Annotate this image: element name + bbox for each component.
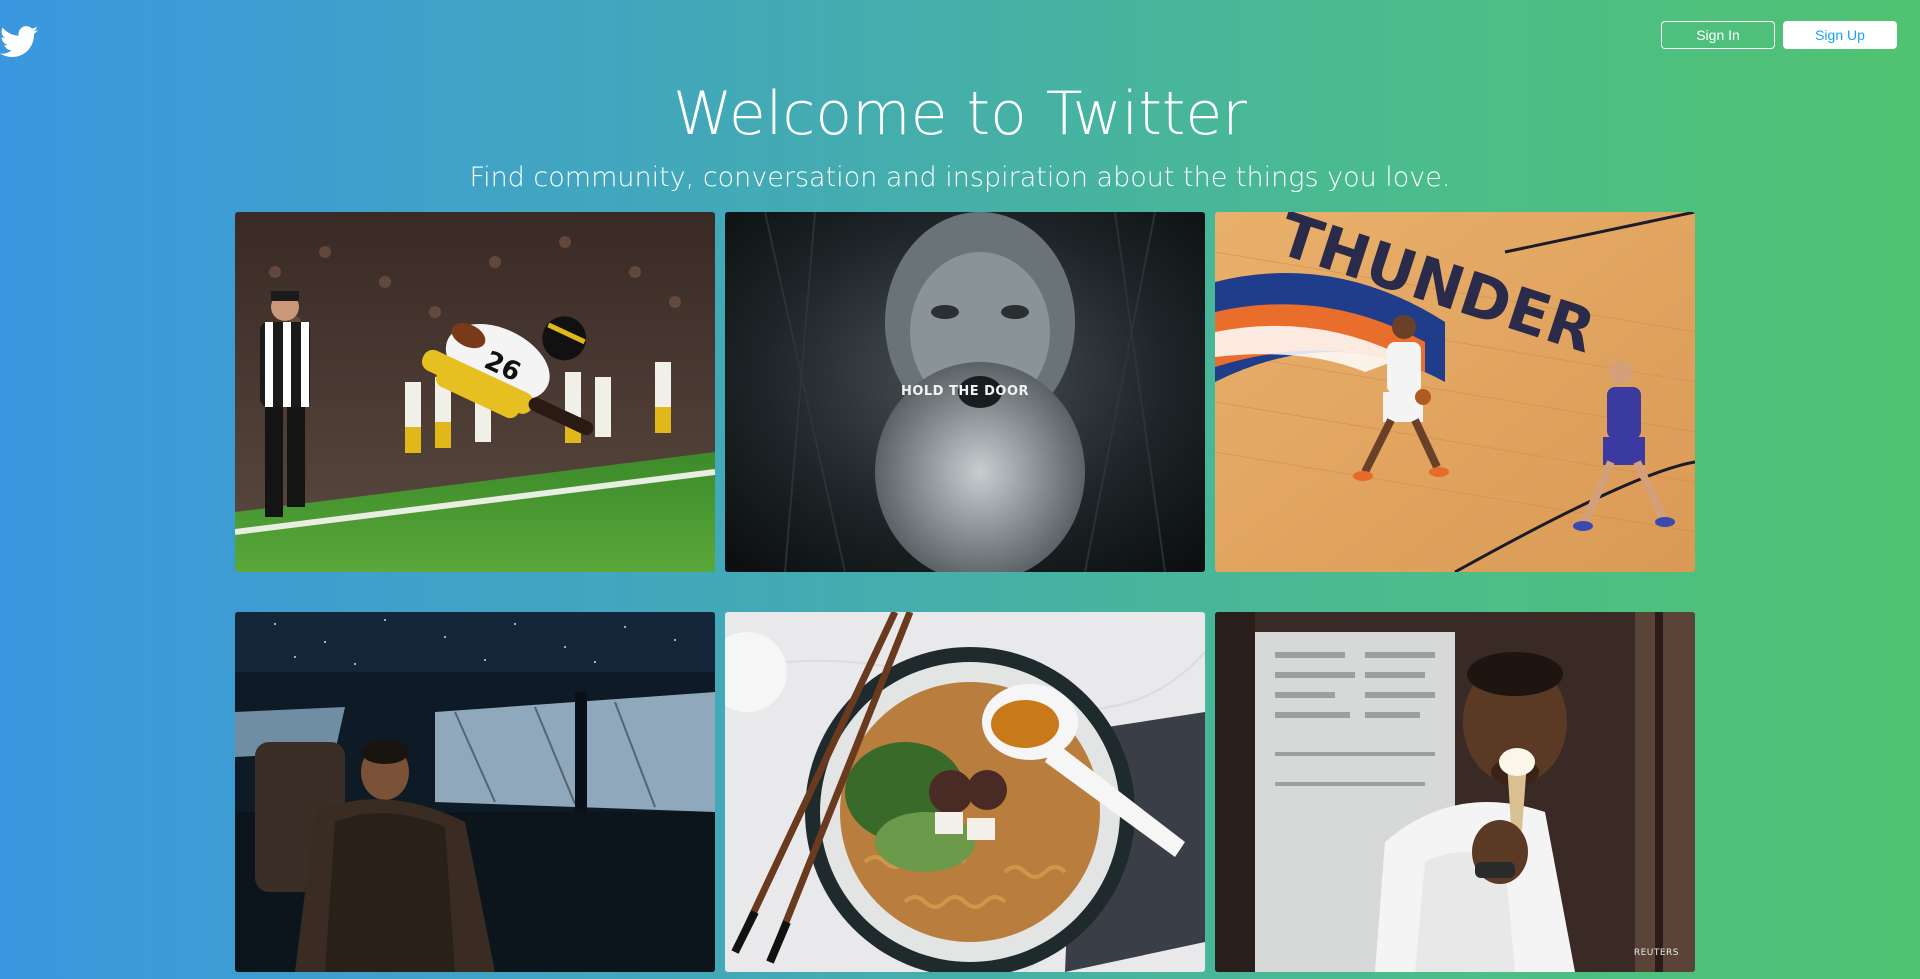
page-subtitle: Find community, conversation and inspira… (469, 162, 1451, 193)
sign-in-button[interactable]: Sign In (1661, 21, 1775, 49)
ramen-image (725, 612, 1205, 972)
photo-credit: REUTERS (1633, 948, 1679, 958)
twitter-bird-icon[interactable] (0, 26, 38, 58)
tile-caption: HOLD THE DOOR (900, 384, 1030, 399)
tile-ice-cream[interactable]: REUTERS (1215, 612, 1695, 972)
page-title: Welcome to Twitter (673, 79, 1247, 149)
tile-football[interactable]: 26 (235, 212, 715, 572)
moments-grid: 26 HOLD THE DOOR THUNDER REUTERS (235, 212, 1695, 972)
football-image: 26 (235, 212, 715, 572)
basketball-image: THUNDER (1215, 212, 1695, 572)
tile-hold-the-door[interactable]: HOLD THE DOOR (725, 212, 1205, 572)
tile-car-night[interactable] (235, 612, 715, 972)
sign-up-button[interactable]: Sign Up (1783, 21, 1897, 49)
auth-buttons: Sign In Sign Up (1661, 21, 1897, 49)
car-night-image (235, 612, 715, 972)
ice-cream-image (1215, 612, 1695, 972)
tile-ramen[interactable] (725, 612, 1205, 972)
top-bar: Sign In Sign Up (0, 0, 1920, 80)
tile-basketball[interactable]: THUNDER (1215, 212, 1695, 572)
